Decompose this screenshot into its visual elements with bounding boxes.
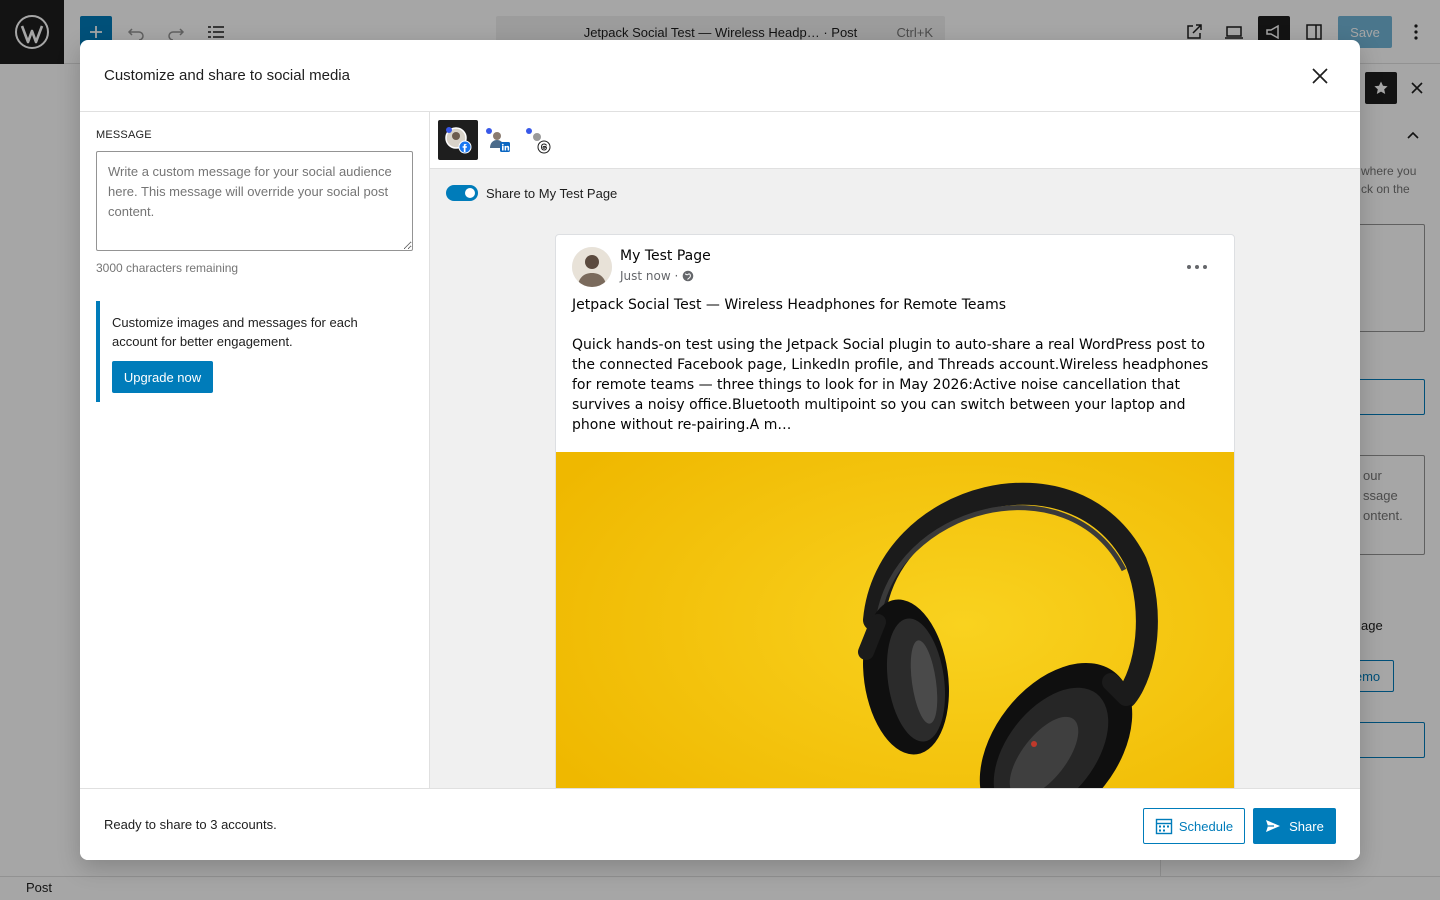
calendar-icon bbox=[1155, 818, 1173, 835]
message-label: MESSAGE bbox=[96, 129, 152, 141]
modal-title: Customize and share to social media bbox=[104, 67, 350, 84]
share-to-page-toggle[interactable] bbox=[446, 185, 478, 201]
threads-account-icon bbox=[526, 128, 551, 154]
send-icon bbox=[1266, 820, 1281, 832]
message-panel: MESSAGE 3000 characters remaining Custom… bbox=[80, 112, 430, 788]
avatar bbox=[572, 247, 612, 287]
share-button[interactable]: Share bbox=[1253, 808, 1336, 844]
linkedin-account-icon bbox=[486, 128, 510, 152]
preview-panel: Share to My Test Page My Test Page Just … bbox=[430, 112, 1360, 788]
more-options-icon[interactable] bbox=[1184, 255, 1210, 279]
tab-linkedin[interactable] bbox=[478, 120, 518, 160]
share-toggle-label: Share to My Test Page bbox=[486, 185, 618, 201]
preview-body: Quick hands-on test using the Jetpack So… bbox=[572, 337, 1209, 433]
modal-header: Customize and share to social media bbox=[80, 40, 1360, 112]
preview-headline: Jetpack Social Test — Wireless Headphone… bbox=[572, 297, 1007, 313]
tab-facebook[interactable] bbox=[438, 120, 478, 160]
account-tabs bbox=[430, 112, 1360, 169]
share-label: Share bbox=[1289, 818, 1324, 834]
custom-message-textarea[interactable] bbox=[96, 151, 413, 251]
schedule-button[interactable]: Schedule bbox=[1143, 808, 1245, 844]
preview-post-text: Jetpack Social Test — Wireless Headphone… bbox=[572, 295, 1222, 455]
modal-footer: Ready to share to 3 accounts. Schedule S… bbox=[80, 788, 1360, 860]
schedule-label: Schedule bbox=[1178, 818, 1234, 834]
facebook-post-preview: My Test Page Just now · Jetpack Social T… bbox=[555, 234, 1235, 788]
close-icon bbox=[1312, 68, 1328, 84]
upgrade-now-button[interactable]: Upgrade now bbox=[112, 361, 213, 393]
globe-icon bbox=[683, 270, 694, 282]
characters-remaining: 3000 characters remaining bbox=[96, 261, 239, 275]
preview-timestamp: Just now · bbox=[620, 269, 679, 283]
preview-meta: Just now · bbox=[620, 269, 694, 283]
tab-threads[interactable] bbox=[518, 120, 558, 160]
upgrade-notice-text: Customize images and messages for each a… bbox=[112, 315, 358, 349]
preview-image bbox=[556, 452, 1234, 788]
close-modal-button[interactable] bbox=[1304, 60, 1336, 92]
share-modal: Customize and share to social media MESS… bbox=[80, 40, 1360, 860]
preview-page-name: My Test Page bbox=[620, 248, 711, 264]
upgrade-notice: Customize images and messages for each a… bbox=[96, 301, 413, 402]
facebook-account-icon bbox=[445, 127, 472, 154]
share-toggle-row: Share to My Test Page bbox=[446, 185, 617, 201]
ready-status: Ready to share to 3 accounts. bbox=[104, 817, 277, 832]
